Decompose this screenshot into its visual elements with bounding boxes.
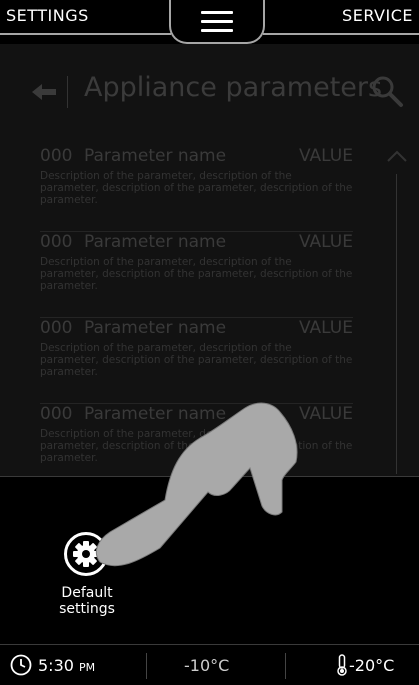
status-divider xyxy=(285,653,286,679)
parameter-code: 000 xyxy=(40,146,73,166)
parameter-name: Parameter name xyxy=(84,232,227,252)
search-icon[interactable] xyxy=(370,74,404,108)
screen-header: Appliance parameters xyxy=(0,72,419,112)
page-title: Appliance parameters xyxy=(84,72,383,103)
status-divider xyxy=(146,653,147,679)
parameter-description: Description of the parameter, descriptio… xyxy=(40,170,353,206)
hamburger-icon[interactable] xyxy=(201,11,233,33)
parameter-code: 000 xyxy=(40,232,73,252)
parameter-value: VALUE xyxy=(299,404,353,424)
parameter-value: VALUE xyxy=(299,318,353,338)
parameter-header: 000 Parameter name VALUE xyxy=(40,318,353,340)
top-bar: SETTINGS SERVICE xyxy=(0,0,419,44)
header-divider xyxy=(67,76,68,108)
parameter-value: VALUE xyxy=(299,146,353,166)
bottom-panel: Default settings xyxy=(0,476,419,645)
freezer-temperature[interactable]: -20°C xyxy=(349,656,394,675)
parameter-header: 000 Parameter name VALUE xyxy=(40,232,353,254)
gear-icon xyxy=(73,541,99,567)
parameter-description: Description of the parameter, descriptio… xyxy=(40,342,353,378)
clock-time[interactable]: 5:30 PM xyxy=(38,656,95,675)
fridge-temperature[interactable]: -10°C xyxy=(184,656,229,675)
default-settings-label: Default settings xyxy=(59,585,115,617)
parameter-header: 000 Parameter name VALUE xyxy=(40,404,353,426)
settings-tab[interactable]: SETTINGS xyxy=(6,6,89,25)
parameter-code: 000 xyxy=(40,404,73,424)
parameter-description: Description of the parameter, descriptio… xyxy=(40,428,353,464)
top-bar-line-left xyxy=(0,33,171,35)
parameter-list: 000 Parameter name VALUE Description of … xyxy=(40,146,353,490)
parameter-value: VALUE xyxy=(299,232,353,252)
status-bar: 5:30 PM -10°C -20°C xyxy=(0,644,419,685)
parameter-name: Parameter name xyxy=(84,404,227,424)
clock-icon xyxy=(10,654,32,676)
thermometer-icon xyxy=(336,654,348,676)
parameter-description: Description of the parameter, descriptio… xyxy=(40,256,353,292)
default-settings-button[interactable] xyxy=(64,532,108,576)
parameter-code: 000 xyxy=(40,318,73,338)
list-item[interactable]: 000 Parameter name VALUE Description of … xyxy=(40,318,353,404)
parameter-name: Parameter name xyxy=(84,146,227,166)
appliance-parameters-screen: Appliance parameters 000 Parameter name … xyxy=(0,44,419,490)
service-tab[interactable]: SERVICE xyxy=(342,6,413,25)
time-value: 5:30 xyxy=(38,656,74,675)
scrollbar-track[interactable] xyxy=(396,174,397,474)
parameter-header: 000 Parameter name VALUE xyxy=(40,146,353,168)
top-bar-line-right xyxy=(263,33,419,35)
scroll-up-chevron-icon[interactable] xyxy=(386,148,408,162)
list-item[interactable]: 000 Parameter name VALUE Description of … xyxy=(40,146,353,232)
list-item[interactable]: 000 Parameter name VALUE Description of … xyxy=(40,232,353,318)
back-arrow-icon[interactable] xyxy=(30,82,58,102)
time-ampm: PM xyxy=(79,661,96,674)
parameter-name: Parameter name xyxy=(84,318,227,338)
